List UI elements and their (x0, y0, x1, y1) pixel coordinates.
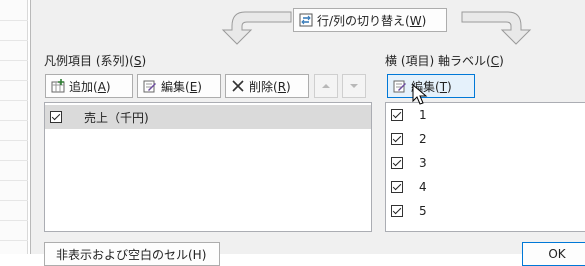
edit-axis-labels-button[interactable]: 編集(T) (387, 74, 475, 98)
edit-series-button[interactable]: 編集(E) (137, 74, 221, 98)
move-up-arrow-icon (319, 79, 333, 93)
axis-label-checkbox[interactable] (391, 133, 403, 145)
edit-series-label: 編集(E) (161, 79, 202, 94)
switch-row-column-label: 行/列の切り替え(W) (317, 13, 427, 28)
axis-label-row[interactable]: 3 (386, 151, 585, 175)
ok-button[interactable]: OK (522, 242, 585, 266)
edit-icon (143, 79, 157, 93)
move-up-button[interactable] (314, 74, 338, 98)
switch-row-column-button[interactable]: 行/列の切り替え(W) (293, 8, 447, 32)
series-name: 売上（千円) (84, 110, 149, 125)
add-series-button[interactable]: 追加(A) (45, 74, 133, 98)
legend-series-list[interactable]: 売上（千円) (44, 102, 372, 232)
axis-label-row[interactable]: 4 (386, 175, 585, 199)
axis-label-checkbox[interactable] (391, 157, 403, 169)
move-down-arrow-icon (347, 79, 361, 93)
axis-label-checkbox[interactable] (391, 109, 403, 121)
delete-series-label: 削除(R) (249, 79, 291, 94)
axis-label-row[interactable]: 1 (386, 103, 585, 127)
axis-label-row[interactable]: 5 (386, 199, 585, 223)
delete-icon (231, 79, 245, 93)
left-curved-arrow-icon (221, 11, 292, 45)
legend-entries-heading: 凡例項目 (系列)(S) (44, 54, 147, 68)
axis-labels-list[interactable]: 1 2 3 4 5 (385, 102, 585, 232)
ok-label: OK (548, 247, 566, 261)
series-checkbox[interactable] (50, 111, 62, 123)
right-curved-arrow-icon (461, 11, 532, 45)
axis-labels-heading: 横 (項目) 軸ラベル(C) (385, 54, 504, 68)
hidden-empty-cells-button[interactable]: 非表示および空白のセル(H) (44, 242, 220, 266)
axis-label-row[interactable]: 2 (386, 127, 585, 151)
axis-label-value: 4 (419, 180, 427, 194)
mouse-pointer-icon (412, 84, 428, 105)
axis-label-checkbox[interactable] (391, 205, 403, 217)
move-down-button[interactable] (342, 74, 366, 98)
spreadsheet-row-strip (0, 0, 28, 254)
axis-label-value: 2 (419, 132, 427, 146)
axis-label-value: 3 (419, 156, 427, 170)
switch-row-column-icon (299, 13, 313, 27)
axis-label-value: 1 (419, 108, 427, 122)
delete-series-button[interactable]: 削除(R) (225, 74, 309, 98)
hidden-empty-cells-label: 非表示および空白のセル(H) (56, 247, 207, 262)
series-row[interactable]: 売上（千円) (45, 105, 371, 129)
edit-icon (393, 79, 407, 93)
axis-label-value: 5 (419, 204, 427, 218)
add-icon (51, 79, 65, 93)
add-series-label: 追加(A) (69, 79, 111, 94)
axis-label-checkbox[interactable] (391, 181, 403, 193)
